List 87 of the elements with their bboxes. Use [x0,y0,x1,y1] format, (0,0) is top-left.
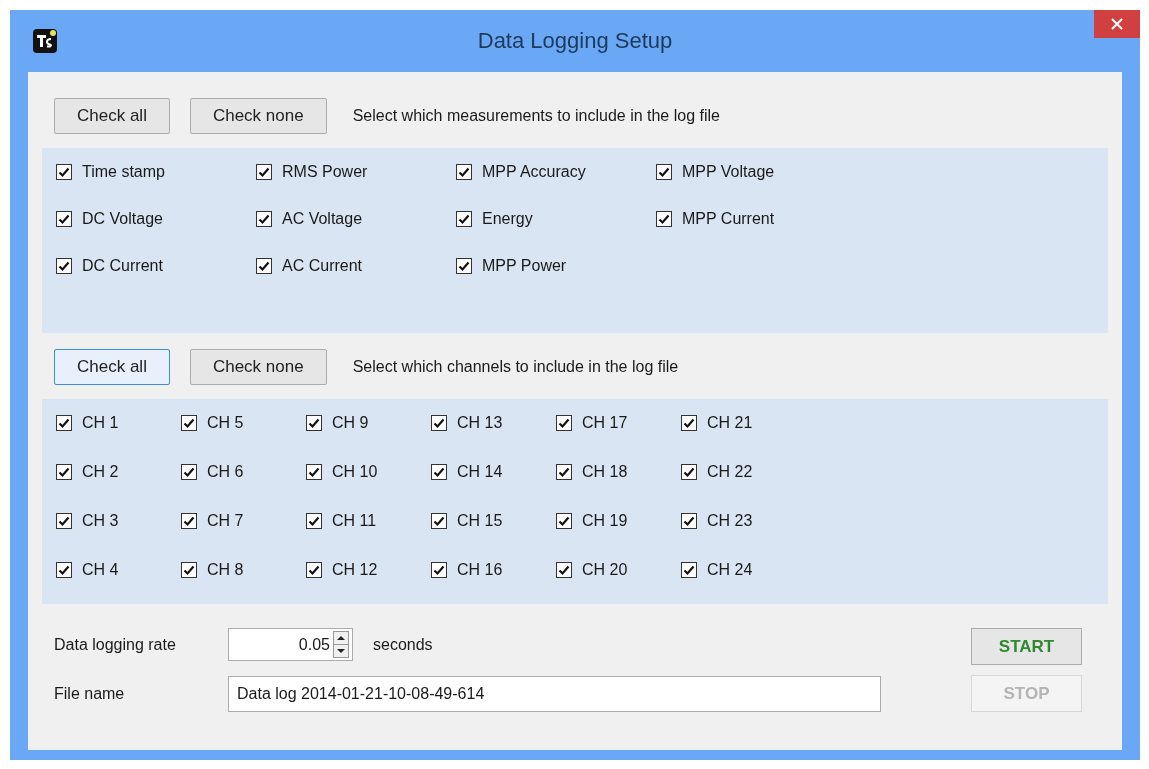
checkbox-label[interactable]: CH 2 [82,463,119,481]
checkbox-label[interactable]: CH 20 [582,561,628,579]
checkbox[interactable] [181,415,197,431]
checkbox-label[interactable]: Time stamp [82,163,165,181]
checkbox[interactable] [306,562,322,578]
close-icon [1111,18,1123,30]
checkbox[interactable] [56,464,72,480]
app-logo-icon [32,28,58,54]
checkbox[interactable] [56,562,72,578]
checkbox[interactable] [56,258,72,274]
checkbox-label[interactable]: CH 11 [332,512,377,530]
checkbox[interactable] [306,415,322,431]
checkbox-label[interactable]: CH 9 [332,414,369,432]
file-name-field[interactable]: Data log 2014-01-21-10-08-49-614 [228,675,881,712]
checkbox-label[interactable]: CH 7 [207,512,244,530]
checkbox-label[interactable]: CH 21 [707,414,753,432]
checkbox[interactable] [431,464,447,480]
checkbox[interactable] [556,464,572,480]
checkbox[interactable] [556,415,572,431]
checkbox-label[interactable]: CH 13 [457,414,503,432]
checkbox[interactable] [681,415,697,431]
checkbox-label[interactable]: RMS Power [282,163,368,181]
checkbox[interactable] [306,513,322,529]
checkbox[interactable] [306,464,322,480]
checkbox[interactable] [456,211,472,227]
checkbox-label[interactable]: CH 14 [457,463,503,481]
checkbox[interactable] [256,258,272,274]
checkbox-label[interactable]: CH 24 [707,561,753,579]
checkbox[interactable] [556,513,572,529]
checkbox-label[interactable]: MPP Power [482,257,567,275]
checkbox[interactable] [431,415,447,431]
checkbox-label[interactable]: MPP Accuracy [482,163,586,181]
checkbox-label[interactable]: CH 3 [82,512,119,530]
checkbox[interactable] [681,464,697,480]
checkbox-label[interactable]: MPP Voltage [682,163,775,181]
checkbox-label[interactable]: CH 8 [207,561,244,579]
checkbox[interactable] [256,164,272,180]
checkbox[interactable] [181,562,197,578]
checkbox[interactable] [256,211,272,227]
close-button[interactable] [1094,10,1140,38]
checkbox[interactable] [556,562,572,578]
checkbox-label[interactable]: DC Current [82,257,163,275]
checkbox-label[interactable]: DC Voltage [82,210,163,228]
checkbox-label[interactable]: CH 1 [82,414,119,432]
checkbox-label[interactable]: CH 22 [707,463,753,481]
checkbox[interactable] [681,513,697,529]
checkbox[interactable] [56,211,72,227]
checkbox-label[interactable]: AC Current [282,257,363,275]
checkbox[interactable] [56,415,72,431]
check-button[interactable]: Check all [54,349,170,385]
checkbox-label[interactable]: CH 15 [457,512,503,530]
checkbox[interactable] [656,164,672,180]
checkbox-label[interactable]: CH 10 [332,463,378,481]
checkbox-label[interactable]: CH 23 [707,512,753,530]
checkbox-label[interactable]: CH 18 [582,463,628,481]
checkbox[interactable] [681,562,697,578]
checkbox[interactable] [431,513,447,529]
checkbox[interactable] [431,562,447,578]
spinner-arrows-icon[interactable] [333,631,349,659]
checkbox-label[interactable]: CH 16 [457,561,503,579]
checkbox-label[interactable]: CH 19 [582,512,628,530]
checkbox[interactable] [656,211,672,227]
checkbox-label[interactable]: AC Voltage [282,210,363,228]
checkbox-label[interactable]: CH 6 [207,463,244,481]
rate-label: Data logging rate [54,635,177,654]
checkbox[interactable] [456,258,472,274]
checkbox[interactable] [56,513,72,529]
section-hint: Select which channels to include in the log file [352,358,679,376]
rate-spinner[interactable]: 0.05 [228,628,353,662]
unit-label: seconds [373,635,433,654]
checkbox-label[interactable]: CH 17 [582,414,628,432]
section-hint: Select which measurements to include in the log file [352,107,720,125]
window-title: Data Logging Setup [476,28,674,54]
action-button[interactable]: START [971,628,1082,665]
file-name-label: File name [54,684,126,703]
checkbox-label[interactable]: MPP Current [682,210,775,228]
checkbox[interactable] [181,513,197,529]
checkbox-label[interactable]: CH 12 [332,561,378,579]
check-button[interactable]: Check none [189,98,327,134]
checkbox-label[interactable]: Energy [482,210,533,228]
checkbox-label[interactable]: CH 5 [207,414,244,432]
check-button[interactable]: Check all [54,98,170,134]
checkbox[interactable] [181,464,197,480]
checkbox[interactable] [56,164,72,180]
checkbox-label[interactable]: CH 4 [82,561,119,579]
check-button[interactable]: Check none [189,349,327,385]
checkbox[interactable] [456,164,472,180]
